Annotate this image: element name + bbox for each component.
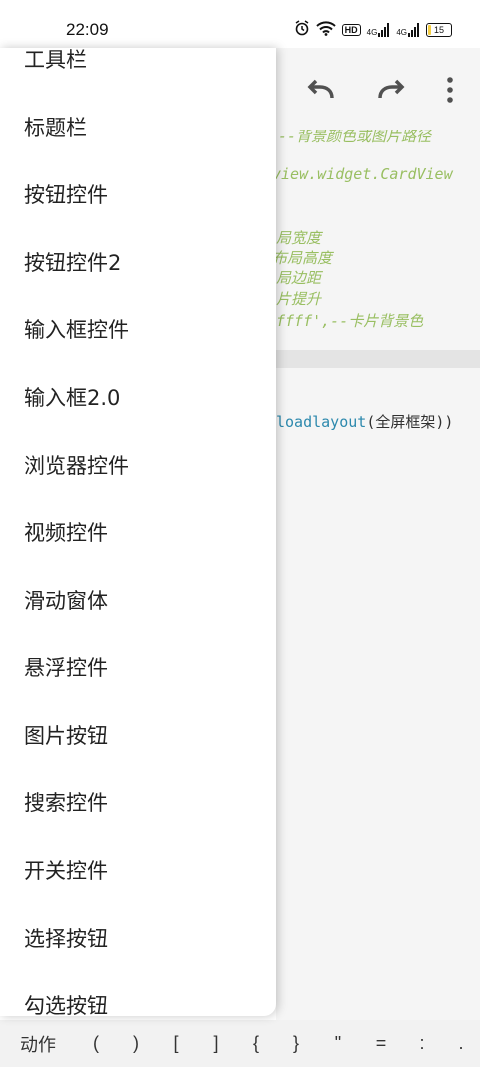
network-type-1: 4G xyxy=(366,27,378,37)
symbol-key[interactable]: ] xyxy=(196,1033,236,1054)
symbol-key[interactable]: . xyxy=(442,1033,480,1054)
drawer-item-search[interactable]: 搜索控件 xyxy=(24,787,108,817)
symbol-key[interactable]: : xyxy=(402,1033,442,1054)
status-icons: HD 4G 4G 15 xyxy=(294,20,452,39)
signal-icon-1: 4G xyxy=(366,22,391,37)
drawer-item-input[interactable]: 输入框控件 xyxy=(24,314,129,344)
drawer-item-image-button[interactable]: 图片按钮 xyxy=(24,720,108,750)
symbol-key-action[interactable]: 动作 xyxy=(0,1031,76,1057)
drawer-item-sliding-window[interactable]: 滑动窗体 xyxy=(24,585,108,615)
drawer-item-floating[interactable]: 悬浮控件 xyxy=(24,652,108,682)
drawer-item-video[interactable]: 视频控件 xyxy=(24,517,108,547)
drawer-item-checkbox[interactable]: 勾选按钮 xyxy=(24,990,108,1016)
symbol-key[interactable]: { xyxy=(236,1033,276,1054)
alarm-icon xyxy=(294,20,310,39)
drawer-item-toolbar[interactable]: 工具栏 xyxy=(24,48,87,74)
drawer-scrim[interactable] xyxy=(276,48,480,1020)
drawer-item-browser[interactable]: 浏览器控件 xyxy=(24,450,129,480)
network-type-2: 4G xyxy=(396,27,407,37)
symbol-key[interactable]: } xyxy=(276,1033,316,1054)
status-bar: 22:09 HD 4G 4G 15 xyxy=(0,0,480,48)
battery-icon: 15 xyxy=(426,22,452,37)
symbol-key[interactable]: ( xyxy=(76,1033,116,1054)
wifi-icon xyxy=(315,20,336,39)
drawer-item-button-2[interactable]: 按钮控件2 xyxy=(24,247,121,277)
drawer-item-button[interactable]: 按钮控件 xyxy=(24,179,108,209)
drawer-item-select-button[interactable]: 选择按钮 xyxy=(24,923,108,953)
drawer-item-titlebar[interactable]: 标题栏 xyxy=(24,112,87,142)
drawer-item-switch[interactable]: 开关控件 xyxy=(24,855,108,885)
hd-icon: HD xyxy=(341,23,361,36)
symbol-key[interactable]: " xyxy=(316,1033,360,1054)
symbol-bar: 动作 ( ) [ ] { } " = : . xyxy=(0,1020,480,1067)
signal-icon-2: 4G xyxy=(396,22,420,37)
symbol-key[interactable]: [ xyxy=(156,1033,196,1054)
symbol-key[interactable]: = xyxy=(360,1033,402,1054)
drawer-item-input-2[interactable]: 输入框2.0 xyxy=(24,382,120,412)
battery-fill xyxy=(428,24,431,35)
status-time: 22:09 xyxy=(66,20,109,39)
symbol-key[interactable]: ) xyxy=(116,1033,156,1054)
battery-level: 15 xyxy=(433,24,444,35)
widget-drawer-menu: 工具栏 标题栏 按钮控件 按钮控件2 输入框控件 输入框2.0 浏览器控件 视频… xyxy=(0,48,276,1016)
